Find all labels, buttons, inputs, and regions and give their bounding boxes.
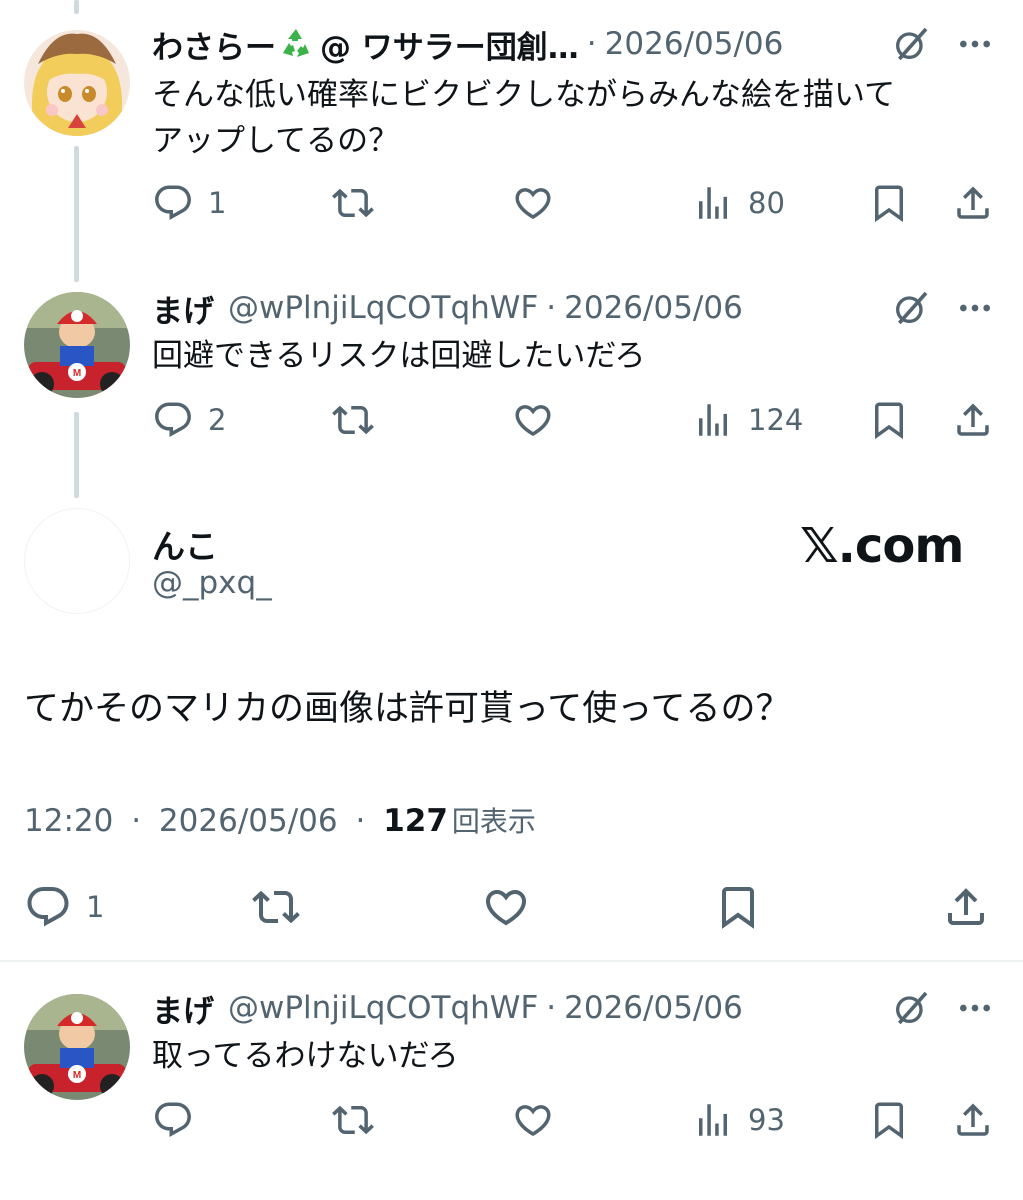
views-count: 93 [748,1103,785,1137]
views-button[interactable]: 93 [692,1097,785,1143]
user-handle[interactable]: @_pxq_ [152,565,272,601]
x-logo: 𝕏.com [800,518,964,574]
display-name[interactable]: んこ [152,520,218,568]
avatar[interactable] [24,508,130,614]
tweet-text: 取ってるわけないだろ [152,1033,983,1079]
like-button[interactable] [482,884,530,930]
more-icon[interactable] [955,988,995,1028]
views-count[interactable]: 127 [383,803,448,839]
share-icon [942,883,990,931]
reply-button[interactable]: 1 [24,884,104,930]
reply-icon [152,1099,194,1141]
action-bar: 1 [24,884,1023,930]
tweet-time[interactable]: 12:20 [24,803,113,839]
bookmark-button[interactable] [868,1097,910,1143]
separator: · [546,990,557,1026]
bookmark-icon [868,1099,910,1141]
main-tweet: んこ @_pxq_ 𝕏.com てかそのマリカの画像は許可貰って使ってるの？ 1… [0,0,1023,960]
views-icon [692,1099,734,1141]
retweet-button[interactable] [332,1097,374,1143]
like-icon [512,1099,554,1141]
tweet-text: てかそのマリカの画像は許可貰って使ってるの？ [24,689,791,729]
views-label: 回表示 [451,805,536,838]
action-bar: 93 [152,1097,1023,1143]
reply-count: 1 [86,890,105,924]
user-handle[interactable]: @wPlnjiLqCOTqhWF [228,990,538,1026]
reply-button[interactable] [152,1097,194,1143]
retweet-button[interactable] [252,884,300,930]
bookmark-button[interactable] [714,884,762,930]
divider [0,960,1023,962]
share-button[interactable] [952,1097,994,1143]
display-name[interactable]: まげ [152,986,214,1031]
tweet-date[interactable]: 2026/05/06 [564,990,743,1026]
svg-text:M: M [73,1070,81,1081]
tweet-date[interactable]: 2026/05/06 [159,803,338,839]
bookmark-icon [714,883,762,931]
separator: · [131,803,142,839]
retweet-icon [332,1099,374,1141]
tweet-text-line: 取ってるわけないだろ [152,1038,459,1074]
tweet-card[interactable]: M まげ @wPlnjiLqCOTqhWF · 2026/05/06 取ってるわ… [0,984,1023,1200]
grok-icon[interactable] [891,988,931,1028]
tweet-meta: 12:20 · 2026/05/06 · 127 回表示 [24,800,536,840]
share-button[interactable] [942,884,990,930]
like-icon [482,883,530,931]
reply-icon [24,883,72,931]
share-icon [952,1099,994,1141]
separator: · [355,803,366,839]
like-button[interactable] [512,1097,554,1143]
retweet-icon [252,883,300,931]
avatar[interactable]: M [24,994,130,1100]
